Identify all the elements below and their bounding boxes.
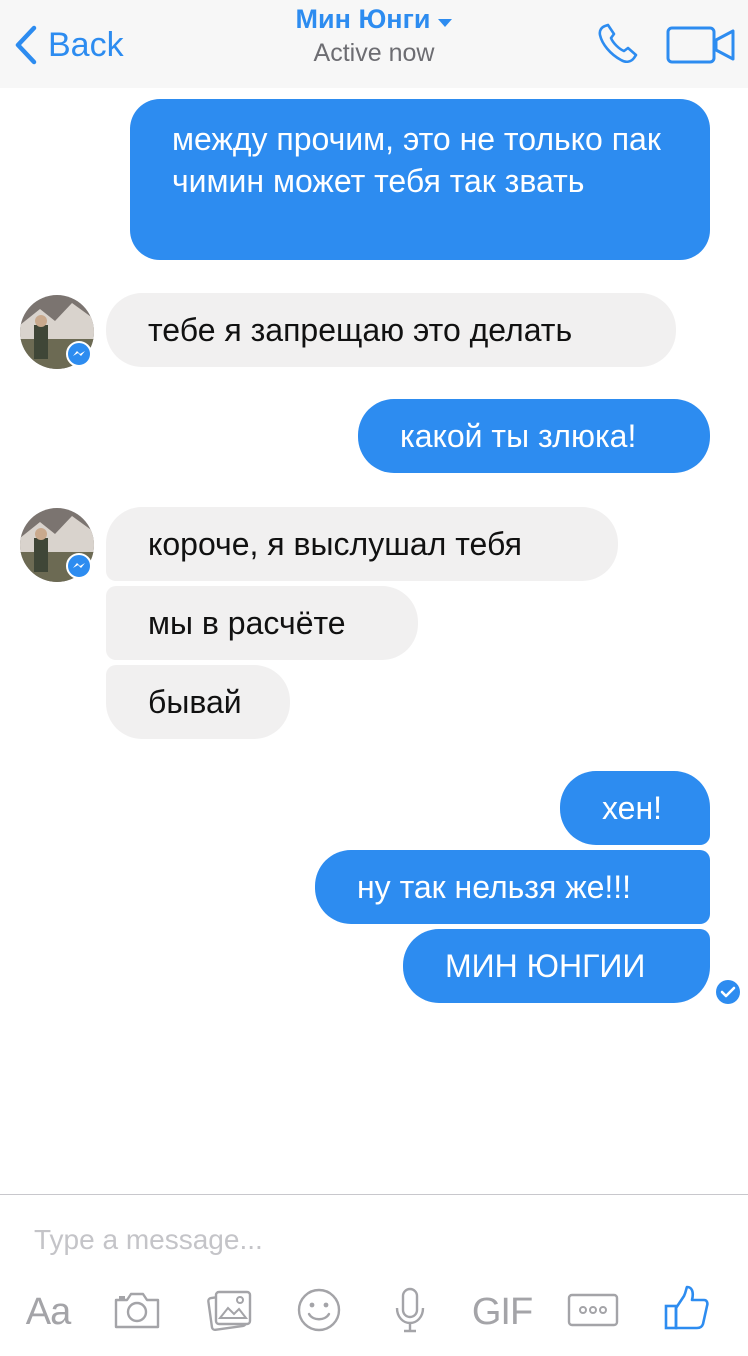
gif-button[interactable]: GIF [468,1286,536,1338]
photo-gallery-button[interactable] [204,1286,254,1338]
photo-gallery-icon [206,1288,252,1337]
messenger-bolt-icon [66,553,92,579]
outgoing-message[interactable]: между прочим, это не только пак чимин мо… [130,99,710,260]
emoji-button[interactable] [294,1286,344,1338]
incoming-message[interactable]: тебе я запрещаю это делать [106,293,676,367]
text-format-button[interactable]: Aa [20,1286,76,1338]
camera-icon [113,1290,161,1335]
video-call-button[interactable] [666,26,736,69]
video-camera-icon [666,26,736,68]
voice-message-button[interactable] [388,1286,432,1338]
contact-name: Мин Юнги [295,4,431,34]
phone-call-button[interactable] [596,22,640,71]
outgoing-message[interactable]: хен! [560,771,710,845]
text-format-label: Aa [25,1290,71,1333]
incoming-message[interactable]: бывай [106,665,290,739]
gif-label: GIF [471,1290,533,1333]
like-button[interactable] [660,1284,712,1336]
messenger-bolt-icon [66,341,92,367]
thumbs-up-icon [662,1284,710,1337]
phone-icon [596,23,640,70]
chat-header: Back Мин Юнги Active now [0,0,748,88]
more-options-button[interactable] [566,1286,620,1338]
composer-divider [0,1194,748,1195]
caret-down-icon [438,4,453,35]
outgoing-message[interactable]: какой ты злюка! [358,399,710,473]
outgoing-message[interactable]: ну так нельзя же!!! [315,850,710,924]
emoji-icon [296,1287,342,1338]
incoming-message[interactable]: мы в расчёте [106,586,418,660]
microphone-icon [393,1286,427,1339]
camera-button[interactable] [112,1286,162,1338]
checkmark-icon [716,980,740,1004]
contact-name-button[interactable]: Мин Юнги [296,4,453,35]
incoming-message[interactable]: короче, я выслушал тебя [106,507,618,581]
more-options-icon [567,1293,619,1332]
message-input[interactable] [34,1218,714,1262]
outgoing-message[interactable]: МИН ЮНГИИ [403,929,710,1003]
